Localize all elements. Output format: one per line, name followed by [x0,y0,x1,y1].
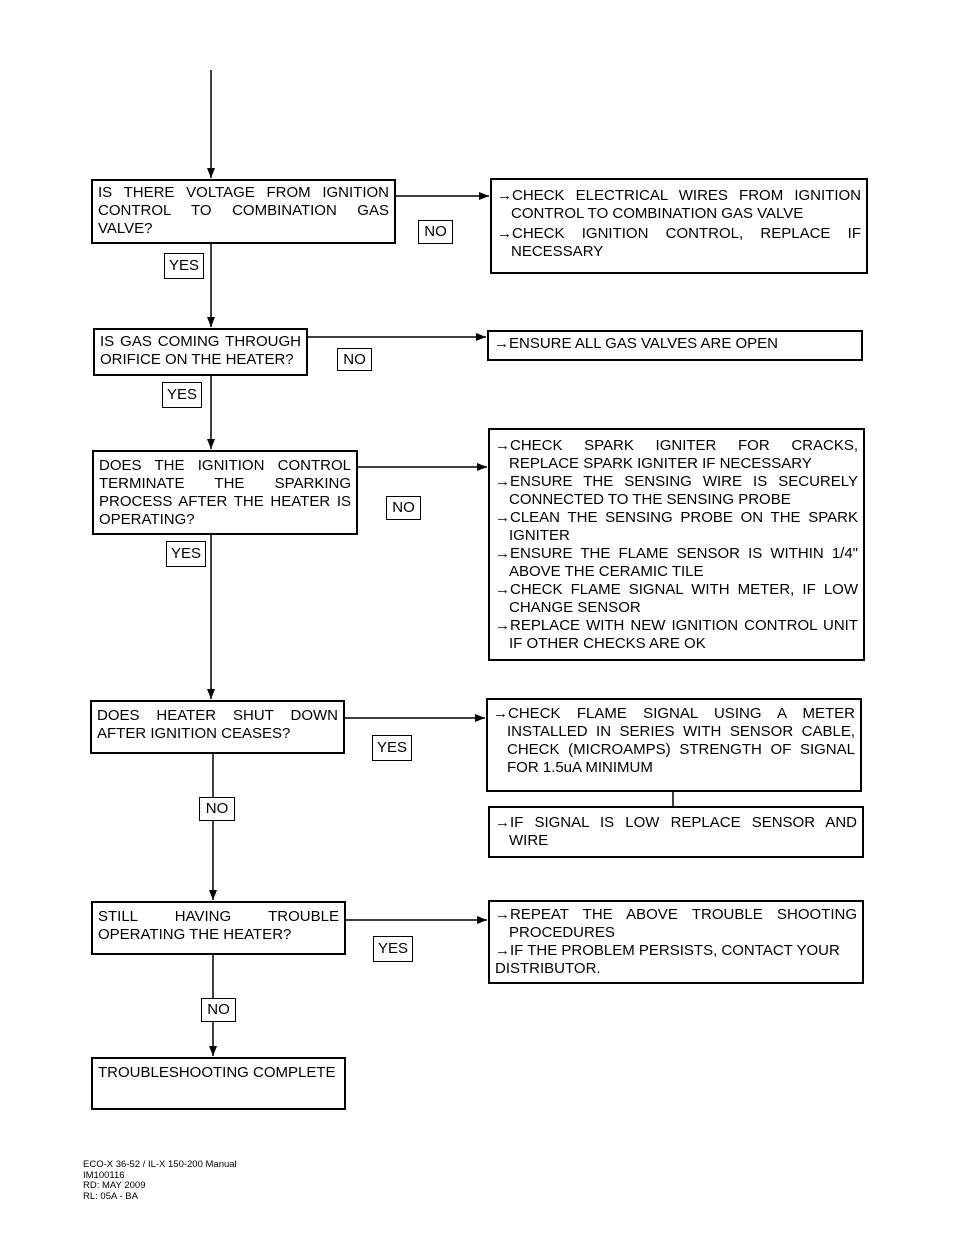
action-item: →IF THE PROBLEM PERSISTS, CONTACT YOUR [495,942,840,959]
action-item: →REPEAT THE ABOVE TROUBLE SHOOTING PROCE… [495,906,857,941]
action-item: →REPLACE WITH NEW IGNITION CONTROL UNIT … [495,617,858,652]
action-gas: →ENSURE ALL GAS VALVES ARE OPEN [487,330,863,361]
action-item: →ENSURE THE SENSING WIRE IS SECURELY CON… [495,473,858,508]
footer-line: ECO-X 36-52 / IL-X 150-200 Manual [83,1159,237,1170]
action-item: →CHECK FLAME SIGNAL WITH METER, IF LOW C… [495,581,858,616]
no-label: NO [201,998,236,1022]
question-shutdown: DOES HEATER SHUT DOWN AFTER IGNITION CEA… [90,700,345,754]
yes-label: YES [372,735,412,761]
action-shutdown-followup: →IF SIGNAL IS LOW REPLACE SENSOR AND WIR… [488,806,864,858]
footer-line: RD: MAY 2009 [83,1180,146,1191]
action-voltage: →CHECK ELECTRICAL WIRES FROM IGNITION CO… [490,178,868,274]
no-label: NO [337,348,372,371]
action-shutdown: →CHECK FLAME SIGNAL USING A METER INSTAL… [486,698,862,792]
action-item: →ENSURE THE FLAME SENSOR IS WITHIN 1/4" … [495,545,858,580]
action-item: →IF SIGNAL IS LOW REPLACE SENSOR AND WIR… [495,814,857,849]
footer-line: RL: 05A - BA [83,1190,138,1202]
action-item: →CHECK ELECTRICAL WIRES FROM IGNITION CO… [497,187,861,222]
no-label: NO [386,496,421,520]
action-item: →CHECK SPARK IGNITER FOR CRACKS, REPLACE… [495,437,858,472]
no-label: NO [418,220,453,244]
yes-label: YES [373,936,413,962]
action-item: →CHECK IGNITION CONTROL, REPLACE IF NECE… [497,225,861,260]
action-item: →ENSURE ALL GAS VALVES ARE OPEN [494,335,778,352]
action-item: →CLEAN THE SENSING PROBE ON THE SPARK IG… [495,509,858,544]
yes-label: YES [166,541,206,567]
action-item: DISTRIBUTOR. [495,960,601,977]
no-label: NO [199,797,235,821]
question-gas: IS GAS COMING THROUGH ORIFICE ON THE HEA… [93,328,308,376]
question-sparking: DOES THE IGNITION CONTROL TERMINATE THE … [92,450,358,535]
question-voltage: IS THERE VOLTAGE FROM IGNITION CONTROL T… [91,179,396,244]
action-still-trouble: →REPEAT THE ABOVE TROUBLE SHOOTING PROCE… [488,900,864,984]
document-footer: ECO-X 36-52 / IL-X 150-200 Manual IM1001… [83,1159,237,1202]
question-still-trouble: STILL HAVING TROUBLE OPERATING THE HEATE… [91,901,346,955]
yes-label: YES [164,253,204,279]
action-item: →CHECK FLAME SIGNAL USING A METER INSTAL… [493,705,855,776]
yes-label: YES [162,382,202,408]
troubleshooting-complete: TROUBLESHOOTING COMPLETE [91,1057,346,1110]
action-sparking: →CHECK SPARK IGNITER FOR CRACKS, REPLACE… [488,428,865,661]
